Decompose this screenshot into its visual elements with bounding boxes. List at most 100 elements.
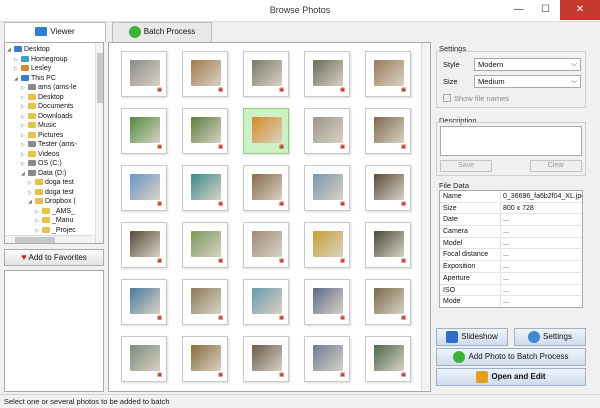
photo-thumbnail[interactable]: ▣ bbox=[121, 108, 167, 154]
file-data-value: ... bbox=[500, 226, 509, 237]
tree-item[interactable]: ▷ ams (ams-le bbox=[7, 83, 103, 93]
photo-thumbnail[interactable]: ▣ bbox=[365, 108, 411, 154]
folder-icon bbox=[42, 217, 50, 224]
photo-thumbnail[interactable]: ▣ bbox=[365, 336, 411, 382]
photo-thumbnail[interactable]: ▣ bbox=[121, 336, 167, 382]
show-file-names-checkbox[interactable] bbox=[443, 94, 451, 102]
tab-viewer[interactable]: Viewer bbox=[4, 22, 106, 42]
file-data-key: Focal distance bbox=[443, 251, 489, 259]
description-textarea[interactable] bbox=[440, 126, 582, 156]
file-data-key: Camera bbox=[443, 228, 468, 236]
tree-item[interactable]: ▷ Desktop bbox=[7, 93, 103, 103]
folder-icon bbox=[28, 131, 36, 138]
file-type-icon: ▣ bbox=[340, 87, 345, 93]
photo-thumbnail[interactable]: ▣ bbox=[121, 51, 167, 97]
favorites-list[interactable] bbox=[4, 270, 104, 392]
photo-thumbnail[interactable]: ▣ bbox=[182, 279, 228, 325]
tree-item[interactable]: ◢ Data (D:) bbox=[7, 169, 103, 179]
tree-item[interactable]: ▷ OS (C:) bbox=[7, 159, 103, 169]
tree-item[interactable]: ◢ Dropbox ( bbox=[7, 197, 103, 207]
file-type-icon: ▣ bbox=[401, 315, 406, 321]
photo-thumbnail[interactable]: ▣ bbox=[243, 108, 289, 154]
photo-thumbnail[interactable]: ▣ bbox=[243, 336, 289, 382]
tree-item[interactable]: ▷ _Projec bbox=[7, 226, 103, 236]
tree-item-label: Videos bbox=[38, 150, 60, 158]
file-type-icon: ▣ bbox=[279, 144, 284, 150]
photo-thumbnail[interactable]: ▣ bbox=[365, 222, 411, 268]
photo-thumbnail[interactable]: ▣ bbox=[121, 222, 167, 268]
tree-vertical-scrollbar[interactable] bbox=[95, 43, 103, 243]
photo-image bbox=[374, 231, 404, 257]
tree-item[interactable]: ▷ Lesley bbox=[7, 64, 103, 74]
tree-item[interactable]: ◢ This PC bbox=[7, 74, 103, 84]
photo-thumbnail[interactable]: ▣ bbox=[304, 336, 350, 382]
tree-item[interactable]: ▷ Pictures bbox=[7, 131, 103, 141]
open-and-edit-label: Open and Edit bbox=[491, 372, 546, 381]
photo-thumbnail[interactable]: ▣ bbox=[243, 279, 289, 325]
clear-button[interactable]: Clear bbox=[530, 160, 582, 172]
tree-item[interactable]: ▷ Music bbox=[7, 121, 103, 131]
tree-item[interactable]: ◢ Desktop bbox=[7, 45, 103, 55]
tree-item[interactable]: ▷ Documents bbox=[7, 102, 103, 112]
tree-item[interactable]: ▷ Tester (ams- bbox=[7, 140, 103, 150]
tree-item[interactable]: ▷ Homegroup bbox=[7, 55, 103, 65]
drive-icon bbox=[28, 160, 36, 167]
photo-thumbnail[interactable]: ▣ bbox=[304, 279, 350, 325]
tree-item[interactable]: ▷ Downloads bbox=[7, 112, 103, 122]
tree-horizontal-scrollbar[interactable] bbox=[5, 235, 95, 243]
photo-thumbnail[interactable]: ▣ bbox=[304, 51, 350, 97]
photo-thumbnail[interactable]: ▣ bbox=[182, 336, 228, 382]
maximize-button[interactable]: ☐ bbox=[532, 0, 559, 20]
photo-thumbnail[interactable]: ▣ bbox=[121, 165, 167, 211]
folder-tree[interactable]: ◢ Desktop ▷ Homegroup ▷ Lesley ◢ This PC ▷ ams (a… bbox=[4, 42, 104, 244]
file-type-icon: ▣ bbox=[279, 201, 284, 207]
add-to-batch-button[interactable]: Add Photo to Batch Process bbox=[436, 348, 586, 366]
tab-batch-process[interactable]: Batch Process bbox=[112, 22, 212, 42]
photo-thumbnail[interactable]: ▣ bbox=[304, 222, 350, 268]
slideshow-button[interactable]: Slideshow bbox=[436, 328, 508, 346]
photo-thumbnail[interactable]: ▣ bbox=[365, 165, 411, 211]
style-select[interactable]: Modern ⌵ bbox=[474, 58, 581, 71]
size-select[interactable]: Medium ⌵ bbox=[474, 75, 581, 88]
close-button[interactable]: ✕ bbox=[560, 0, 600, 20]
photo-image bbox=[374, 117, 404, 143]
add-to-favorites-button[interactable]: ♥ Add to Favorites bbox=[4, 249, 104, 266]
photo-thumbnail[interactable]: ▣ bbox=[182, 108, 228, 154]
file-data-value: ... bbox=[500, 284, 509, 296]
tree-item-label: Documents bbox=[38, 103, 74, 110]
photo-thumbnail[interactable]: ▣ bbox=[243, 51, 289, 97]
photo-thumbnail[interactable]: ▣ bbox=[182, 51, 228, 97]
open-and-edit-button[interactable]: Open and Edit bbox=[436, 368, 586, 386]
grid-vertical-scrollbar[interactable] bbox=[421, 43, 430, 391]
photo-thumbnail[interactable]: ▣ bbox=[304, 108, 350, 154]
scroll-thumb[interactable] bbox=[97, 53, 103, 103]
minimize-button[interactable]: — bbox=[505, 0, 532, 20]
tree-item[interactable]: ▷ doga test bbox=[7, 178, 103, 188]
photo-grid[interactable]: ▣ ▣ ▣ ▣ ▣ ▣ ▣ ▣ ▣ ▣ ▣ ▣ ▣ ▣ ▣ ▣ ▣ ▣ ▣ ▣ ▣ ▣ ▣ ▣ ▣ ▣ ▣ ▣ ▣ ▣ bbox=[108, 42, 431, 392]
photo-thumbnail[interactable]: ▣ bbox=[365, 51, 411, 97]
file-type-icon: ▣ bbox=[401, 258, 406, 264]
file-data-table: Name 0_36696_fa6b2f04_XL.jpe Size 800 x 728… bbox=[439, 190, 583, 308]
file-type-icon: ▣ bbox=[218, 315, 223, 321]
tree-item[interactable]: ▷ _AMS_ bbox=[7, 207, 103, 217]
photo-thumbnail[interactable]: ▣ bbox=[365, 279, 411, 325]
photo-thumbnail[interactable]: ▣ bbox=[182, 222, 228, 268]
photo-thumbnail[interactable]: ▣ bbox=[243, 222, 289, 268]
file-type-icon: ▣ bbox=[279, 87, 284, 93]
tree-item[interactable]: ▷ _Manu bbox=[7, 216, 103, 226]
file-data-row: Aperture... bbox=[440, 272, 582, 285]
scroll-thumb[interactable] bbox=[15, 237, 55, 243]
photo-image bbox=[313, 345, 343, 371]
tree-item[interactable]: ▷ doga test bbox=[7, 188, 103, 198]
photo-image bbox=[313, 288, 343, 314]
file-data-key: Mode bbox=[443, 298, 461, 306]
photo-thumbnail[interactable]: ▣ bbox=[182, 165, 228, 211]
photo-thumbnail[interactable]: ▣ bbox=[121, 279, 167, 325]
tree-item-label: Music bbox=[38, 122, 57, 129]
settings-button[interactable]: Settings bbox=[514, 328, 586, 346]
photo-thumbnail[interactable]: ▣ bbox=[304, 165, 350, 211]
file-type-icon: ▣ bbox=[279, 258, 284, 264]
tree-item[interactable]: ▷ Videos bbox=[7, 150, 103, 160]
photo-thumbnail[interactable]: ▣ bbox=[243, 165, 289, 211]
save-button[interactable]: Save bbox=[440, 160, 492, 172]
